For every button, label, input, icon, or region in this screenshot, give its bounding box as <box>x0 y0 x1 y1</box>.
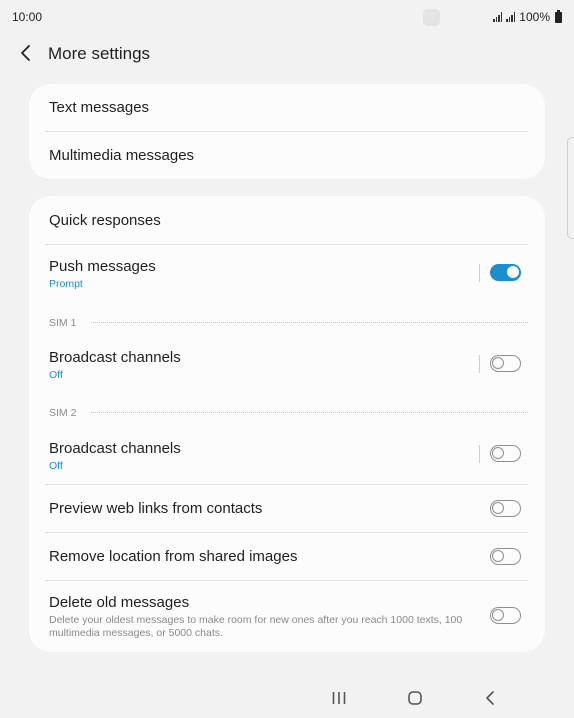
screen: 10:00 100% More settings Text messages M… <box>0 0 574 718</box>
multimedia-messages-item[interactable]: Multimedia messages <box>29 132 545 179</box>
preview-web-links-switch[interactable] <box>490 500 521 517</box>
nav-back-button[interactable] <box>479 686 503 710</box>
push-messages-status: Prompt <box>49 278 83 290</box>
navigation-bar <box>0 680 574 716</box>
status-time: 10:00 <box>12 10 43 24</box>
quick-responses-label: Quick responses <box>49 212 161 229</box>
vertical-separator <box>479 264 480 282</box>
vertical-separator <box>479 445 480 463</box>
app-bar: More settings <box>0 36 574 70</box>
text-messages-item[interactable]: Text messages <box>29 84 545 131</box>
back-button[interactable] <box>14 40 40 66</box>
delete-old-messages-description: Delete your oldest messages to make room… <box>49 614 463 639</box>
push-messages-item[interactable]: Push messages Prompt <box>29 245 545 295</box>
sim2-broadcast-channels-item[interactable]: Broadcast channels Off <box>29 430 545 484</box>
edge-panel-handle[interactable] <box>567 137 574 239</box>
recent-apps-button[interactable] <box>327 686 351 710</box>
sim2-section-header: SIM 2 <box>49 407 77 419</box>
more-options-card: Quick responses Push messages Prompt SIM… <box>29 196 545 652</box>
sim1-broadcast-channels-switch[interactable] <box>490 355 521 372</box>
sim1-section-header: SIM 1 <box>49 317 77 329</box>
home-button[interactable] <box>403 686 427 710</box>
signal-sim2-icon <box>506 12 516 22</box>
messages-settings-card: Text messages Multimedia messages <box>29 84 545 179</box>
sim2-broadcast-channels-switch[interactable] <box>490 445 521 462</box>
battery-icon <box>555 9 562 23</box>
sim1-broadcast-channels-label: Broadcast channels <box>49 349 181 366</box>
delete-old-messages-item[interactable]: Delete old messages Delete your oldest m… <box>29 581 545 647</box>
signal-sim1-icon <box>493 12 503 22</box>
page-title: More settings <box>48 44 151 63</box>
remove-location-switch[interactable] <box>490 548 521 565</box>
home-icon <box>408 691 422 705</box>
back-icon <box>486 691 494 705</box>
push-messages-switch[interactable] <box>490 264 521 281</box>
sim1-broadcast-channels-item[interactable]: Broadcast channels Off <box>29 339 545 385</box>
preview-web-links-item[interactable]: Preview web links from contacts <box>29 485 545 532</box>
recent-apps-icon <box>332 692 346 704</box>
preview-web-links-label: Preview web links from contacts <box>49 500 263 517</box>
section-dotted-line <box>91 322 528 323</box>
status-indicators: 100% <box>493 9 562 24</box>
quick-responses-item[interactable]: Quick responses <box>29 196 545 244</box>
delete-old-messages-label: Delete old messages <box>49 594 190 611</box>
push-messages-label: Push messages <box>49 258 156 275</box>
sim2-broadcast-channels-status: Off <box>49 460 63 472</box>
sim1-broadcast-channels-status: Off <box>49 369 63 381</box>
multimedia-messages-label: Multimedia messages <box>49 147 195 164</box>
remove-location-item[interactable]: Remove location from shared images <box>29 533 545 580</box>
delete-old-messages-switch[interactable] <box>490 607 521 624</box>
front-camera-icon <box>423 9 440 26</box>
text-messages-label: Text messages <box>49 99 150 116</box>
battery-percentage: 100% <box>519 10 550 24</box>
vertical-separator <box>479 355 480 373</box>
remove-location-label: Remove location from shared images <box>49 548 298 565</box>
chevron-left-icon <box>21 45 30 61</box>
status-bar: 10:00 100% <box>0 0 574 34</box>
sim2-broadcast-channels-label: Broadcast channels <box>49 440 181 457</box>
section-dotted-line <box>91 412 528 413</box>
